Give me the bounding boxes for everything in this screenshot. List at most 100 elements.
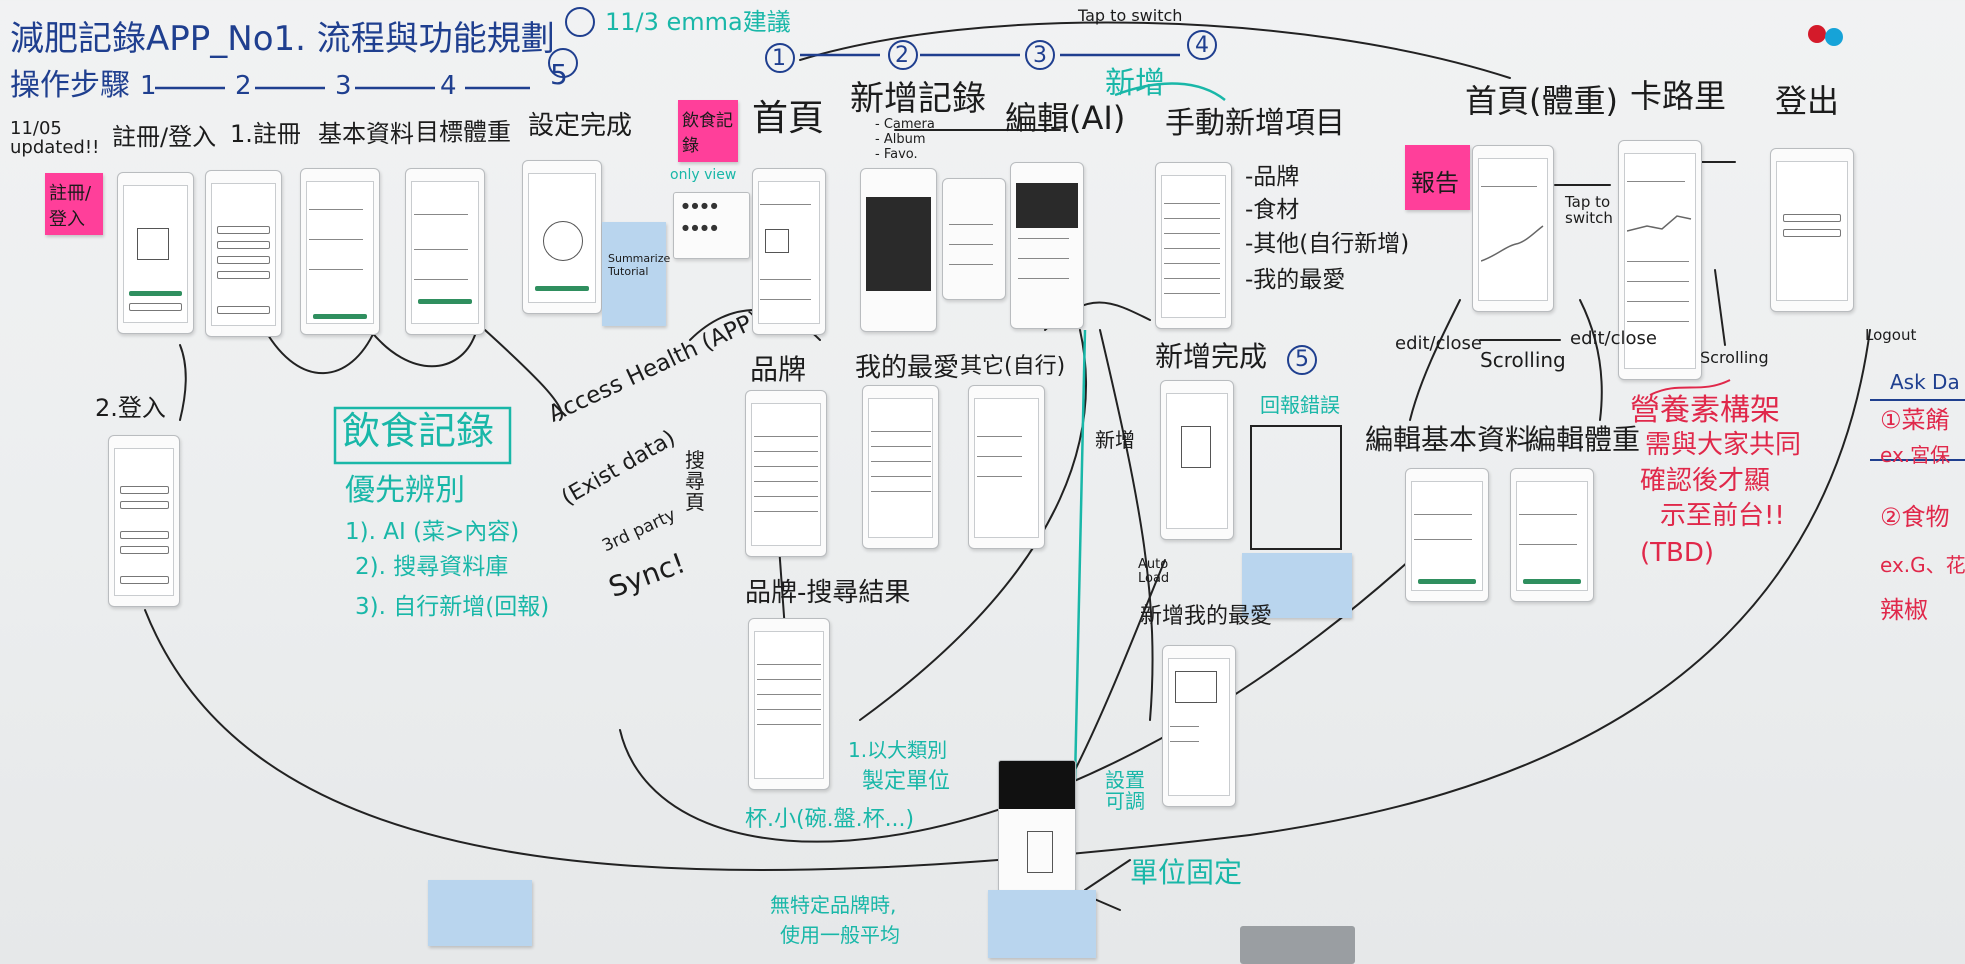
wireframe-setup-done [522,160,602,314]
diet-record-title: 飲食記錄 [342,409,495,453]
header-target-weight: 目標體重 [415,118,511,146]
nutrition-note-2: 需與大家共同 [1645,430,1802,460]
wireframe-camera [860,168,937,332]
header-register: 1.註冊 [230,120,301,148]
new-add-teal: 新增 [1105,66,1165,101]
wireframe-brand [745,390,827,557]
right-edge-item-5: 辣椒 [1880,596,1928,624]
manual-item-brand: -品牌 [1245,164,1300,190]
add-record-favo: - Favo. [875,147,918,162]
category-units-1: 1.以大類別 [848,738,948,762]
portion-units: 杯.小(碗.盤.杯...) [745,807,915,832]
header-edit-profile: 編輯基本資料 [1365,423,1534,456]
header-calorie: 卡路里 [1630,77,1727,115]
blue-magnet [1825,28,1843,46]
signup-sticky-text: 註冊/登入 [49,183,92,230]
header-home: 首頁 [752,98,825,139]
edit-close-left: edit/close [1395,333,1482,354]
diet-record-sticky-text: 飲食記錄 [682,111,733,156]
third-party-note: 3rd party [599,504,679,557]
red-magnet [1808,25,1826,43]
add-done-header: 新增完成 [1155,340,1268,373]
tap-to-switch-right: Tap to switch [1565,193,1613,227]
edit-close-right: edit/close [1570,328,1657,349]
brand-search-result-header: 品牌-搜尋結果 [745,578,911,608]
auto-load-note: Auto Load [1138,557,1170,586]
header-add-record: 新增記錄 [850,79,986,119]
step-5: 5 [550,58,568,91]
step-4: 4 [440,71,457,101]
manual-item-favorite: -我的最愛 [1245,267,1346,293]
top-step-3: 3 [1033,43,1047,68]
marker-tray [1240,926,1355,964]
header-basic-info: 基本資料 [318,120,414,148]
priority-item-1: 1). AI (菜>內容) [345,519,520,545]
nutrition-note-4: 示至前台!! [1660,501,1785,531]
add-done-step: 5 [1295,347,1309,372]
header-edit-weight: 編輯體重 [1528,423,1641,456]
add-record-album: - Album [875,132,926,147]
wireframe-edit-profile [1405,468,1489,602]
scrolling-label: Scrolling [1480,348,1566,372]
wireframe-edit-ai [1010,162,1084,329]
step-1: 1 [140,71,157,101]
diet-record-sticky: 飲食記錄 [678,100,738,162]
other-self-header: 其它(自行) [960,354,1066,379]
header-signup-login: 註冊/登入 [112,123,217,151]
report-error-sketch [1250,425,1342,550]
report-sticky-text: 報告 [1411,169,1459,197]
my-favorite-header: 我的最愛 [855,353,960,383]
manual-item-other: -其他(自行新增) [1245,231,1410,257]
top-step-4: 4 [1195,33,1209,58]
emma-note: 11/3 emma建議 [605,8,791,36]
wireframe-login [117,172,194,334]
report-sticky: 報告 [1405,145,1470,210]
header-home-weight: 首頁(體重) [1465,82,1618,120]
wireframe-home [752,168,826,335]
steps-label: 操作步驟 [10,68,130,103]
summarize-tutorial-card: Summarize Tutorial [602,222,670,326]
wireframe-other-self [968,385,1045,549]
brand-header: 品牌 [750,353,807,386]
nutrition-note-3: 確認後才顯 [1640,466,1771,496]
wireframe-register [205,170,282,337]
wireframe-my-favorite [862,385,939,549]
unit-fixed-note: 單位固定 [1130,856,1243,889]
wireframe-edit-weight [1510,468,1594,602]
no-brand-note-2: 使用一般平均 [780,923,900,947]
right-edge-header: Ask Da [1890,370,1960,394]
wireframe-new-favorite [1162,645,1236,807]
top-step-1: 1 [772,46,786,71]
manual-item-ingredient: -食材 [1245,197,1300,223]
add-record-camera: - Camera [875,117,935,132]
tap-to-switch-top: Tap to switch [1078,6,1183,25]
nutrition-note-5: (TBD) [1640,538,1715,568]
board-title: 減肥記錄APP_No1. 流程與功能規劃 [10,19,555,59]
priority-item-3: 3). 自行新增(回報) [355,594,550,620]
new-my-favorite-header: 新增我的最愛 [1140,604,1273,629]
bottom-note-card [428,880,532,946]
unit-note-card [988,890,1096,958]
wireframe-home-weight [1472,145,1554,312]
wireframe-edit-1 [942,178,1006,300]
no-brand-note-1: 無特定品牌時, [770,893,897,917]
wireframe-unit-picker [998,760,1076,892]
right-edge-item-1: ①菜餚 [1880,406,1950,434]
summarize-tutorial-text: Summarize Tutorial [608,252,671,278]
right-edge-item-2: ex.宮保 [1880,443,1951,467]
calorie-chart-sketch [1627,215,1692,232]
wireframe-target-weight [405,168,485,335]
search-label: 搜尋頁 [685,448,705,514]
report-error-header: 回報錯誤 [1260,393,1340,417]
wireframe-add-done [1160,380,1234,540]
nutrition-note-1: 營養素構架 [1630,393,1780,428]
logout-label: Logout [1865,326,1917,344]
only-view-note: only view [670,167,737,183]
category-units-2: 製定單位 [862,769,951,794]
scrolling-right: Scrolling [1700,348,1769,367]
signup-sticky: 註冊/登入 [45,173,103,235]
step-3: 3 [335,71,352,101]
top-step-2: 2 [895,43,909,68]
exist-data-note: (Exist data) [557,425,680,511]
wireframe-basic-info [300,168,380,335]
